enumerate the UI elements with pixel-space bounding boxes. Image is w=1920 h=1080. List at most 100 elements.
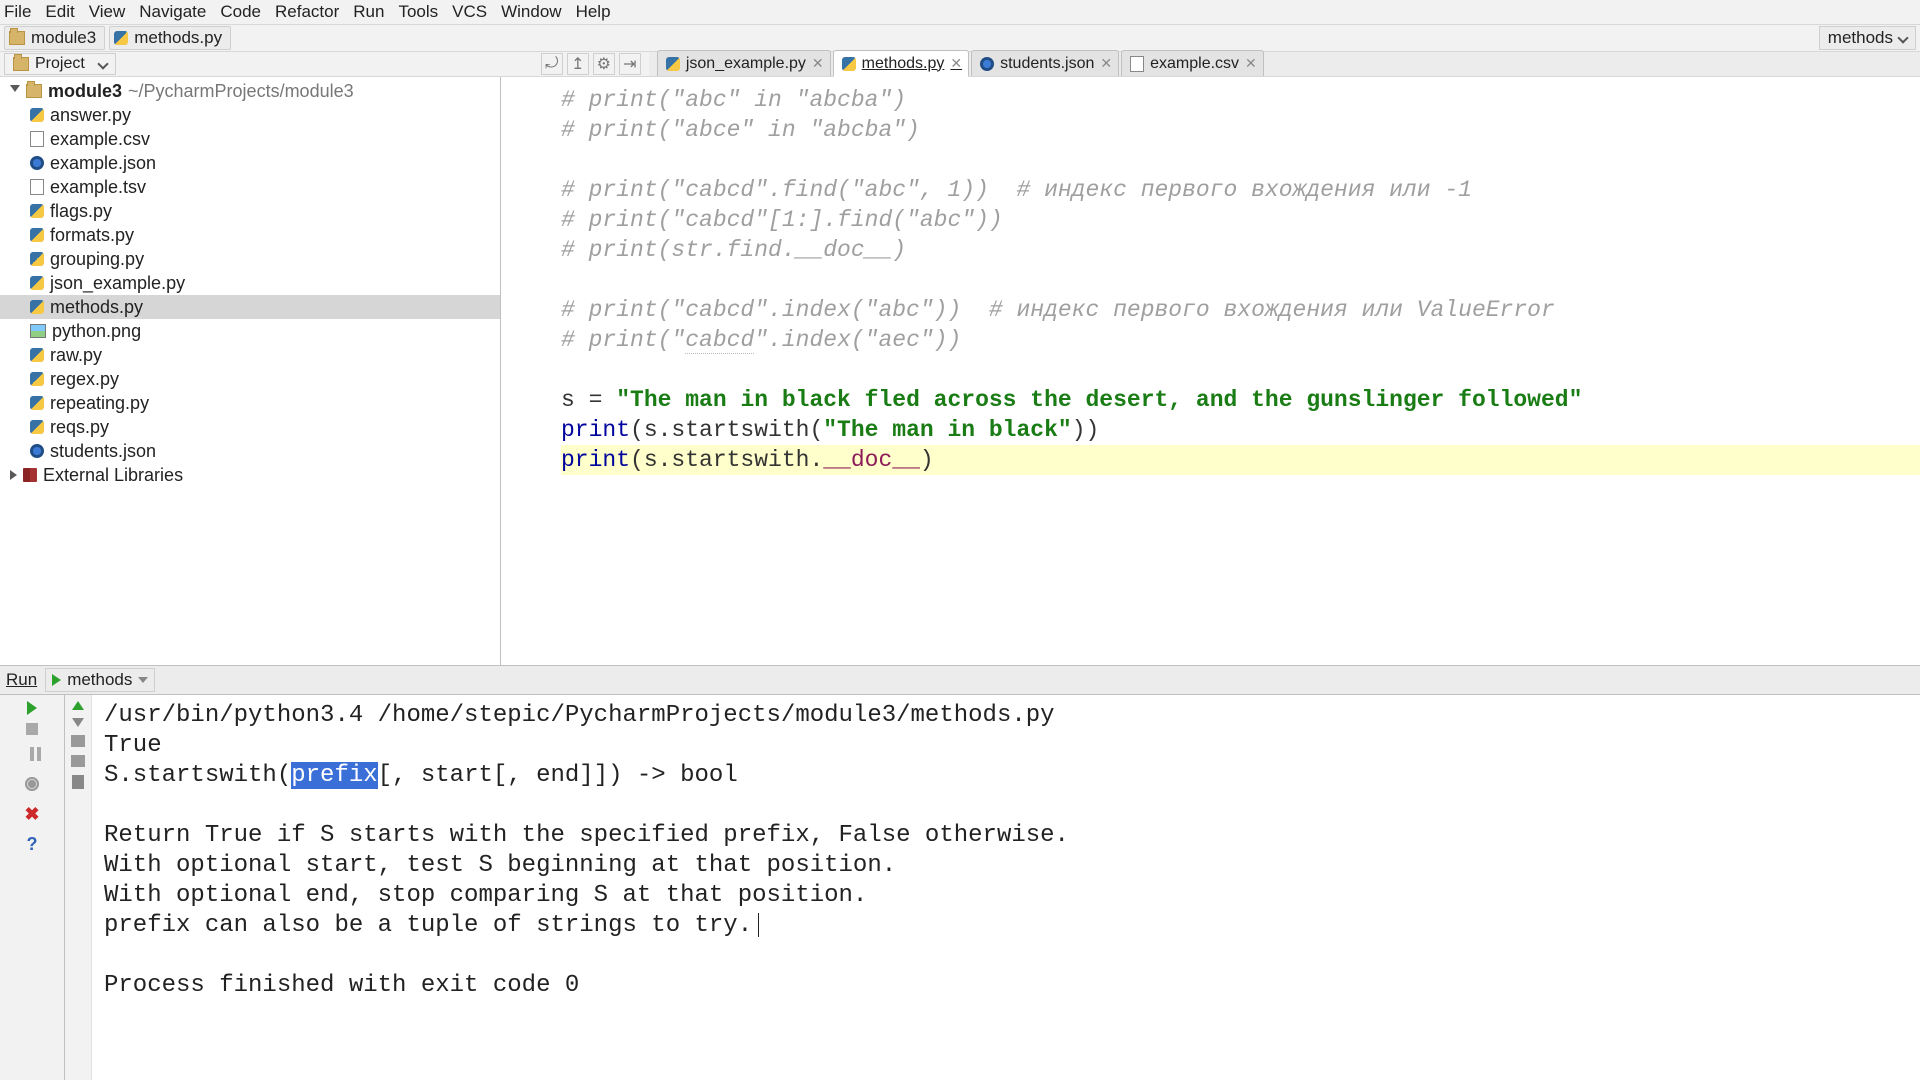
- breadcrumb-bar: module3 methods.py methods: [0, 25, 1920, 52]
- tree-item-regex-py[interactable]: regex.py: [0, 367, 500, 391]
- tree-item-flags-py[interactable]: flags.py: [0, 199, 500, 223]
- tree-item-label: students.json: [50, 441, 156, 462]
- python-icon: [30, 252, 44, 266]
- file-icon: [30, 179, 44, 195]
- python-icon: [30, 396, 44, 410]
- python-icon: [30, 204, 44, 218]
- menu-window[interactable]: Window: [501, 2, 561, 21]
- selection: prefix: [291, 762, 377, 789]
- tree-external-libraries[interactable]: External Libraries: [0, 463, 500, 487]
- menu-navigate[interactable]: Navigate: [139, 2, 206, 21]
- tree-item-formats-py[interactable]: formats.py: [0, 223, 500, 247]
- code-editor[interactable]: # print("abc" in "abcba")# print("abce" …: [501, 77, 1920, 665]
- python-icon: [30, 372, 44, 386]
- softwrap-icon[interactable]: [71, 735, 85, 747]
- main-menu-bar[interactable]: File Edit View Navigate Code Refactor Run Tools…: [0, 0, 1920, 25]
- tree-item-example-json[interactable]: example.json: [0, 151, 500, 175]
- close-icon[interactable]: ✖: [21, 803, 43, 825]
- run-config-name: methods: [67, 670, 132, 690]
- tab-example-csv[interactable]: example.csv✕: [1121, 50, 1264, 76]
- close-icon[interactable]: ✕: [1245, 55, 1257, 72]
- menu-file[interactable]: File: [4, 2, 31, 21]
- tree-item-answer-py[interactable]: answer.py: [0, 103, 500, 127]
- output-line: Process finished with exit code 0: [104, 971, 1910, 1001]
- rerun-icon[interactable]: [27, 701, 37, 715]
- tree-item-label: json_example.py: [50, 273, 185, 294]
- tree-item-methods-py[interactable]: methods.py: [0, 295, 500, 319]
- run-toolbar-secondary: [65, 695, 92, 1080]
- breadcrumb-project-label: module3: [31, 28, 96, 48]
- chevron-down-icon: [97, 58, 108, 69]
- settings-icon[interactable]: ⚙: [593, 53, 615, 75]
- project-tree[interactable]: module3~/PycharmProjects/module3answer.p…: [0, 77, 501, 665]
- python-icon: [666, 57, 680, 71]
- breadcrumb-file[interactable]: methods.py: [109, 26, 231, 50]
- scroll-down-icon[interactable]: [72, 718, 84, 727]
- print-icon[interactable]: [71, 755, 85, 767]
- close-icon[interactable]: ✕: [812, 55, 824, 72]
- tree-item-repeating-py[interactable]: repeating.py: [0, 391, 500, 415]
- breadcrumb-file-label: methods.py: [134, 28, 222, 48]
- tree-item-students-json[interactable]: students.json: [0, 439, 500, 463]
- scroll-from-source-icon[interactable]: ⤾: [541, 53, 563, 75]
- tree-item-example-tsv[interactable]: example.tsv: [0, 175, 500, 199]
- close-icon[interactable]: ✕: [1100, 55, 1112, 72]
- scroll-up-icon[interactable]: [72, 701, 84, 710]
- menu-code[interactable]: Code: [220, 2, 261, 21]
- menu-tools[interactable]: Tools: [398, 2, 438, 21]
- tree-item-label: answer.py: [50, 105, 131, 126]
- output-line: [104, 791, 1910, 821]
- tab-students-json[interactable]: students.json✕: [971, 50, 1119, 76]
- tree-item-label: example.tsv: [50, 177, 146, 198]
- project-view-label: Project: [35, 55, 85, 73]
- settings-icon[interactable]: [21, 773, 43, 795]
- tree-root[interactable]: module3~/PycharmProjects/module3: [0, 79, 500, 103]
- tab-json_example-py[interactable]: json_example.py ✕: [657, 50, 831, 76]
- main-area: module3~/PycharmProjects/module3answer.p…: [0, 77, 1920, 665]
- tab-label: json_example.py: [686, 55, 806, 73]
- python-icon: [30, 228, 44, 242]
- toggle-icon[interactable]: [10, 470, 17, 480]
- close-icon[interactable]: ✕: [950, 55, 962, 72]
- tree-item-label: methods.py: [50, 297, 143, 318]
- tree-item-label: raw.py: [50, 345, 102, 366]
- project-view-combo[interactable]: Project: [4, 53, 116, 75]
- tree-item-grouping-py[interactable]: grouping.py: [0, 247, 500, 271]
- tab-methods-py[interactable]: methods.py✕: [833, 50, 969, 77]
- menu-refactor[interactable]: Refactor: [275, 2, 339, 21]
- tree-root-path: ~/PycharmProjects/module3: [128, 81, 354, 102]
- collapse-all-icon[interactable]: ↥: [567, 53, 589, 75]
- tree-item-example-csv[interactable]: example.csv: [0, 127, 500, 151]
- file-icon: [1130, 56, 1144, 72]
- run-label[interactable]: Run: [6, 670, 37, 690]
- hide-icon[interactable]: ⇥: [619, 53, 641, 75]
- folder-icon: [9, 31, 25, 45]
- run-config-selector[interactable]: methods: [1819, 26, 1916, 50]
- tree-item-raw-py[interactable]: raw.py: [0, 343, 500, 367]
- output-line: With optional start, test S beginning at…: [104, 851, 1910, 881]
- help-icon[interactable]: ?: [21, 833, 43, 855]
- menu-edit[interactable]: Edit: [45, 2, 74, 21]
- tree-item-label: example.csv: [50, 129, 150, 150]
- clear-icon[interactable]: [72, 775, 84, 789]
- pause-icon[interactable]: [21, 743, 43, 765]
- tree-item-label: repeating.py: [50, 393, 149, 414]
- tree-item-reqs-py[interactable]: reqs.py: [0, 415, 500, 439]
- breadcrumb-project[interactable]: module3: [4, 26, 105, 50]
- menu-view[interactable]: View: [89, 2, 126, 21]
- editor-tabs: json_example.py✕methods.py✕students.json…: [649, 52, 1920, 76]
- image-icon: [30, 324, 46, 338]
- run-toolbar-primary: ✖ ?: [0, 695, 65, 1080]
- caret: [758, 913, 759, 937]
- toggle-icon[interactable]: [10, 85, 20, 97]
- libraries-icon: [23, 468, 37, 482]
- menu-vcs[interactable]: VCS: [452, 2, 487, 21]
- menu-run[interactable]: Run: [353, 2, 384, 21]
- tree-item-json_example-py[interactable]: json_example.py: [0, 271, 500, 295]
- menu-help[interactable]: Help: [576, 2, 611, 21]
- stop-icon[interactable]: [26, 723, 38, 735]
- tree-item-python-png[interactable]: python.png: [0, 319, 500, 343]
- play-icon: [52, 674, 61, 686]
- run-output[interactable]: /usr/bin/python3.4 /home/stepic/PycharmP…: [92, 695, 1920, 1080]
- run-config-chip[interactable]: methods: [45, 668, 155, 692]
